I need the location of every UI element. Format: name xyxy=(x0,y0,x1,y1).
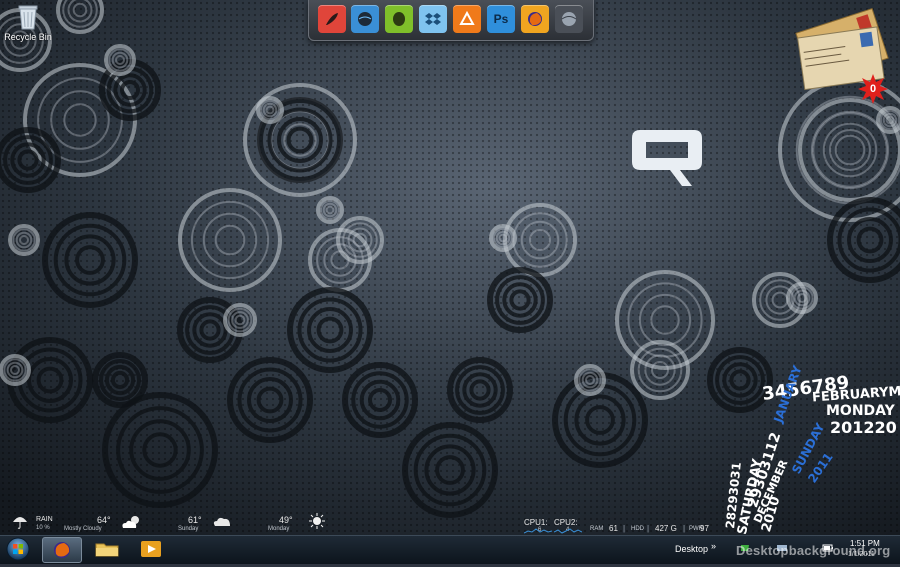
dock-app-3[interactable] xyxy=(385,5,413,33)
weather-now-percent: 10 % xyxy=(36,525,50,531)
start-orb-icon[interactable] xyxy=(4,537,32,561)
taskbar-firefox-button[interactable] xyxy=(42,537,82,563)
desktop-toolbar-chevron[interactable]: » xyxy=(711,541,716,551)
leaf-icon xyxy=(390,10,408,28)
weather-day3-temp: 49° xyxy=(279,515,293,525)
globe-icon xyxy=(560,10,578,28)
weather-now-label: RAIN xyxy=(36,516,53,523)
cpu1-graph xyxy=(524,527,552,534)
cpu2-label: CPU2: xyxy=(554,518,578,527)
firefox-icon xyxy=(43,538,81,562)
weather-day2-name: Sunday xyxy=(178,526,198,532)
dock-app-2[interactable] xyxy=(351,5,379,33)
cpu2-graph xyxy=(554,527,582,534)
separator-1: | xyxy=(623,524,625,533)
separator-3: | xyxy=(683,524,685,533)
sun-icon xyxy=(309,513,325,529)
calendar-row-weekday: MONDAY xyxy=(826,404,895,418)
hdd-label: HDD xyxy=(631,526,644,532)
compaq-logo xyxy=(632,128,704,190)
partly-cloudy-icon xyxy=(120,515,142,529)
app-dock: Ps xyxy=(308,0,594,41)
media-player-icon xyxy=(132,537,170,561)
folder-icon xyxy=(88,537,126,561)
calendar-row-year: 201220 xyxy=(830,420,897,436)
clock-time[interactable]: 1:51 PM xyxy=(850,539,880,548)
cloud-icon xyxy=(212,515,234,527)
ram-label: RAM xyxy=(590,526,603,532)
weather-day2-temp: 61° xyxy=(188,515,202,525)
dock-dropbox[interactable] xyxy=(419,5,447,33)
hdd-value: 427 G xyxy=(655,524,677,533)
feather-icon xyxy=(323,10,341,28)
recycle-arrows-icon xyxy=(458,10,476,28)
clock-date[interactable]: 1/1/2011 xyxy=(848,551,875,558)
taskbar-explorer-button[interactable] xyxy=(88,537,126,561)
dock-app-1[interactable] xyxy=(318,5,346,33)
cpu1-label: CPU1: xyxy=(524,518,548,527)
desktop-toolbar-label[interactable]: Desktop xyxy=(675,544,708,554)
dock-app-8[interactable] xyxy=(555,5,583,33)
weather-day3-name: Monday xyxy=(268,526,289,532)
separator-2: | xyxy=(647,524,649,533)
recycle-bin-icon xyxy=(17,4,39,30)
ram-value: 61 xyxy=(609,524,618,533)
weather-today-temp: 64° xyxy=(97,515,111,525)
dock-firefox[interactable] xyxy=(521,5,549,33)
dock-photoshop[interactable]: Ps xyxy=(487,5,515,33)
taskbar-media-player-button[interactable] xyxy=(132,537,170,561)
dropbox-icon xyxy=(424,10,442,28)
orb-icon xyxy=(356,10,374,28)
weather-today-desc: Mostly Cloudy xyxy=(64,526,102,532)
dock-app-5[interactable] xyxy=(453,5,481,33)
firefox-icon xyxy=(526,10,544,28)
photoshop-icon: Ps xyxy=(494,12,509,26)
recycle-bin-shortcut[interactable]: Recycle Bin xyxy=(2,4,54,42)
recycle-bin-label: Recycle Bin xyxy=(2,32,54,42)
umbrella-icon xyxy=(12,515,28,529)
pwr-value: 97 xyxy=(700,524,709,533)
mail-count[interactable]: 0 xyxy=(858,74,888,104)
